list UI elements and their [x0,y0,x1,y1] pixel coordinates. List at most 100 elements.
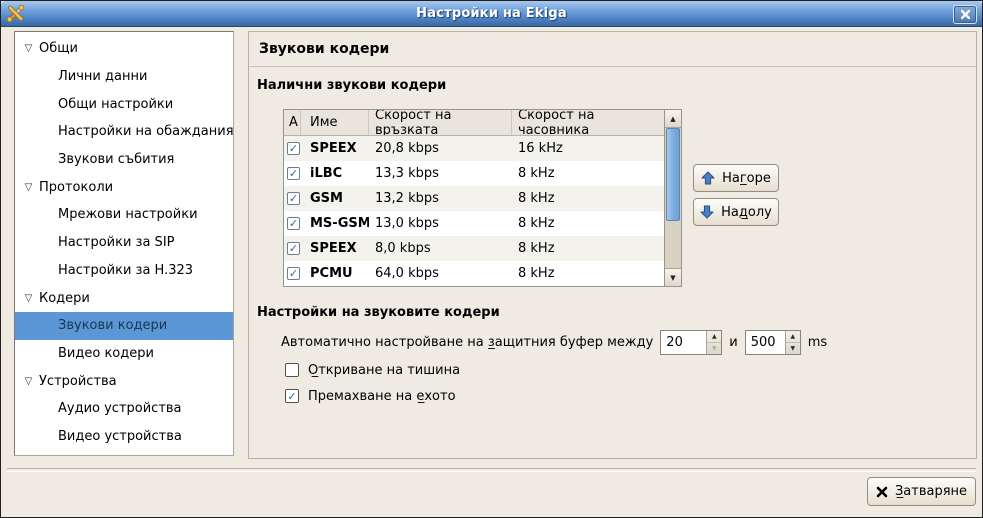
codec-bitrate: 8,0 kbps [369,241,512,256]
arrow-up-icon [701,171,715,185]
expander-icon[interactable]: ▽ [21,293,36,304]
table-scrollbar[interactable]: ▲ ▼ [664,110,681,286]
window-title: Настройки на Ekiga [1,6,982,21]
column-header-clockrate[interactable]: Скорост на часовника [512,110,664,135]
sidebar-group-general[interactable]: ▽ Общи [15,35,233,63]
tree-label: Звукови събития [58,152,174,167]
tree-label: Настройки на обажданията [58,124,234,139]
tree-label: Звукови кодери [58,318,167,333]
table-row[interactable]: ✓ SPEEX 8,0 kbps 8 kHz [284,236,664,261]
tree-label: Аудио устройства [58,401,182,416]
codec-clockrate: 8 kHz [512,166,664,181]
echo-cancellation-checkbox-row[interactable]: ✓ Премахване на е̲хото [285,388,456,404]
sidebar-item-audio-devices[interactable]: Аудио устройства [15,395,233,423]
codec-bitrate: 13,0 kbps [369,216,512,231]
preferences-window: Настройки на Ekiga ▽ Общи Лични данни Об… [0,0,983,518]
spin-down-icon[interactable]: ▼ [786,343,800,354]
tree-label: Кодери [39,291,90,306]
window-close-button[interactable] [953,5,977,24]
sidebar-group-codecs[interactable]: ▽ Кодери [15,284,233,312]
table-row[interactable]: ✓ GSM 13,2 kbps 8 kHz [284,186,664,211]
sidebar-item-video-codecs[interactable]: Видео кодери [15,340,233,368]
codec-name: iLBC [301,166,369,181]
codec-name: SPEEX [301,141,369,156]
scroll-down-icon[interactable]: ▼ [665,268,681,286]
jitter-max-value[interactable]: 500 [746,331,785,354]
audio-codecs-panel: Звукови кодери Налични звукови кодери A … [248,31,977,459]
codec-bitrate: 20,8 kbps [369,141,512,156]
close-icon [961,10,970,19]
echo-cancellation-label: Премахване на е̲хото [308,389,456,404]
table-row[interactable]: ✓ MS-GSM 13,0 kbps 8 kHz [284,211,664,236]
codec-clockrate: 8 kHz [512,216,664,231]
sidebar-item-network-settings[interactable]: Мрежови настройки [15,201,233,229]
jitter-min-spinner[interactable]: 20 ▲ ▼ [660,330,722,355]
jitter-buffer-row: Автоматично настройване на з̲ащитния буф… [281,329,827,355]
codec-checkbox[interactable]: ✓ [287,242,300,255]
table-row[interactable]: ✓ iLBC 13,3 kbps 8 kHz [284,161,664,186]
silence-detection-label: О̲ткриване на тишина [308,363,460,378]
sidebar-item-sound-events[interactable]: Звукови събития [15,146,233,174]
silence-detection-checkbox[interactable] [285,363,299,377]
sidebar-item-h323-settings[interactable]: Настройки за H.323 [15,257,233,285]
echo-cancellation-checkbox[interactable]: ✓ [285,389,299,403]
sidebar-item-call-options[interactable]: Настройки на обажданията [15,118,233,146]
move-up-button[interactable]: Наг̲оре [693,164,779,192]
sidebar-item-personal-data[interactable]: Лични данни [15,63,233,91]
jitter-min-value[interactable]: 20 [661,331,706,354]
expander-icon[interactable]: ▽ [21,376,36,387]
codec-name: SPEEX [301,241,369,256]
scroll-up-icon[interactable]: ▲ [665,110,681,128]
close-cross-icon [876,486,888,498]
preferences-tree: ▽ Общи Лични данни Общи настройки Настро… [14,31,234,456]
column-header-active[interactable]: A [284,110,301,135]
titlebar[interactable]: Настройки на Ekiga [1,1,982,27]
move-up-label: Наг̲оре [722,171,771,186]
tree-label: Видео устройства [58,429,182,444]
codec-checkbox[interactable]: ✓ [287,192,300,205]
sidebar-group-protocols[interactable]: ▽ Протоколи [15,173,233,201]
tree-label: Общи настройки [58,97,173,112]
column-header-name[interactable]: Име [301,110,369,135]
spin-up-icon[interactable]: ▲ [707,331,721,343]
codec-checkbox[interactable]: ✓ [287,217,300,230]
arrow-down-icon [700,205,714,219]
sidebar-item-video-devices[interactable]: Видео устройства [15,423,233,451]
column-header-bitrate[interactable]: Скорост на връзката [369,110,512,135]
codec-bitrate: 13,3 kbps [369,166,512,181]
sidebar-group-devices[interactable]: ▽ Устройства [15,367,233,395]
move-down-button[interactable]: Над̲олу [693,198,779,226]
spin-up-icon[interactable]: ▲ [786,331,800,343]
silence-detection-checkbox-row[interactable]: О̲ткриване на тишина [285,362,460,378]
close-button[interactable]: З̲атваряне [867,477,976,506]
tree-label: Лични данни [58,69,147,84]
codec-name: MS-GSM [301,216,369,231]
scrollbar-thumb[interactable] [666,128,680,221]
sidebar-item-audio-codecs[interactable]: Звукови кодери [15,312,233,340]
codec-checkbox[interactable]: ✓ [287,142,300,155]
tools-icon [6,4,25,23]
codec-table: A Име Скорост на връзката Скорост на час… [283,109,682,287]
tree-label: Настройки за H.323 [58,263,193,278]
sidebar-item-general-settings[interactable]: Общи настройки [15,90,233,118]
expander-icon[interactable]: ▽ [21,182,36,193]
codec-settings-title: Настройки на звуковите кодери [257,305,500,320]
footer-separator [7,468,976,472]
spin-down-icon[interactable]: ▼ [707,343,721,354]
codec-name: PCMU [301,266,369,281]
codec-checkbox[interactable]: ✓ [287,267,300,280]
codec-clockrate: 16 kHz [512,141,664,156]
jitter-conjunction: и [729,335,737,350]
tree-label: Устройства [39,374,117,389]
jitter-max-spinner[interactable]: 500 ▲ ▼ [745,330,801,355]
page-title: Звукови кодери [249,32,976,67]
jitter-buffer-label: Автоматично настройване на з̲ащитния буф… [281,335,653,350]
codec-clockrate: 8 kHz [512,241,664,256]
sidebar-item-sip-settings[interactable]: Настройки за SIP [15,229,233,257]
table-row[interactable]: ✓ SPEEX 20,8 kbps 16 kHz [284,136,664,161]
table-row[interactable]: ✓ PCMU 64,0 kbps 8 kHz [284,261,664,286]
codec-name: GSM [301,191,369,206]
expander-icon[interactable]: ▽ [21,43,36,54]
tree-label: Настройки за SIP [58,235,175,250]
codec-checkbox[interactable]: ✓ [287,167,300,180]
